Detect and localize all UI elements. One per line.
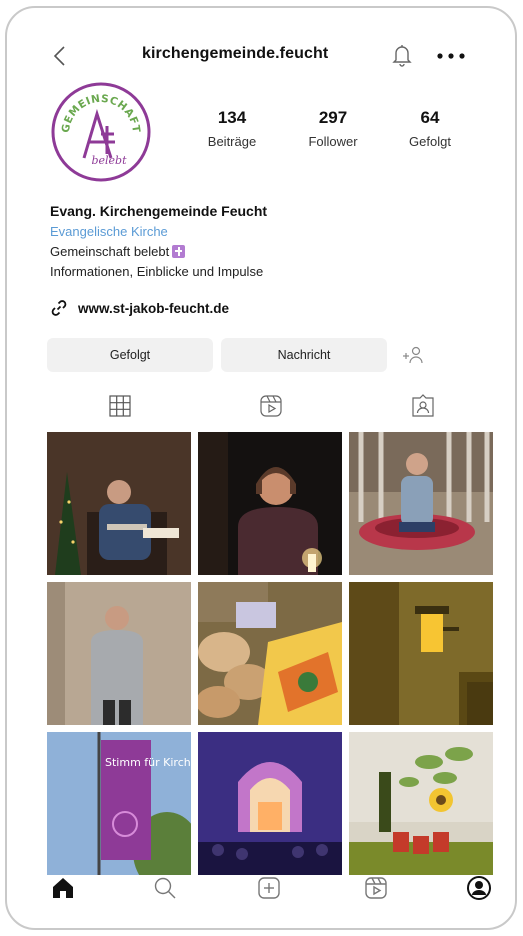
stat-posts-label: Beiträge <box>207 134 257 149</box>
stat-following[interactable]: 64 Gefolgt <box>390 108 470 149</box>
search-icon[interactable] <box>151 874 179 902</box>
profile-display-name: Evang. Kirchengemeinde Feucht <box>50 203 268 219</box>
bio-motto-text: Gemeinschaft belebt <box>50 244 170 259</box>
bottom-navigation <box>7 866 515 916</box>
grid-tab-icon[interactable] <box>107 393 133 419</box>
post-thumbnail[interactable] <box>47 582 191 725</box>
message-button[interactable]: Nachricht <box>221 338 387 372</box>
add-person-icon <box>403 346 423 364</box>
stat-posts[interactable]: 134 Beiträge <box>192 108 272 149</box>
stat-followers-label: Follower <box>308 134 358 149</box>
stat-following-count: 64 <box>420 108 440 127</box>
post-thumbnail[interactable] <box>198 732 342 875</box>
profile-tabs <box>7 389 515 425</box>
post-thumbnail[interactable] <box>349 432 493 575</box>
profile-icon[interactable] <box>465 874 493 902</box>
profile-bio: Evang. Kirchengemeinde Feucht Evangelisc… <box>50 203 490 279</box>
profile-website-link[interactable]: www.st-jakob-feucht.de <box>50 297 229 319</box>
post-thumbnail[interactable] <box>198 432 342 575</box>
profile-header: kirchengemeinde.feucht <box>7 38 515 74</box>
cross-emoji-icon <box>172 245 186 258</box>
tagged-tab-icon[interactable] <box>410 393 436 419</box>
bio-line-description: Informationen, Einblicke und Impulse <box>50 264 264 279</box>
stat-followers[interactable]: 297 Follower <box>293 108 373 149</box>
post-thumbnail[interactable]: Stimm für Kirche <box>47 732 191 875</box>
home-icon[interactable] <box>49 874 77 902</box>
following-button[interactable]: Gefolgt <box>47 338 213 372</box>
post-thumbnail[interactable] <box>349 582 493 725</box>
post-thumbnail[interactable] <box>47 432 191 575</box>
bio-line-motto: Gemeinschaft belebt <box>50 244 490 259</box>
create-post-icon[interactable] <box>255 874 283 902</box>
post-thumbnail[interactable] <box>198 582 342 725</box>
post-thumbnail[interactable] <box>349 732 493 875</box>
back-arrow-icon[interactable] <box>49 44 73 68</box>
more-options-icon[interactable] <box>431 42 471 68</box>
stat-following-label: Gefolgt <box>409 134 451 149</box>
profile-website-text: www.st-jakob-feucht.de <box>78 300 230 316</box>
profile-username: kirchengemeinde.feucht <box>142 45 329 62</box>
post-banner-text: Stimm für Kirche <box>105 756 191 769</box>
notification-bell-icon[interactable] <box>390 42 414 68</box>
stat-posts-count: 134 <box>217 108 247 127</box>
reels-tab-icon[interactable] <box>258 393 284 419</box>
profile-avatar[interactable]: GEMEINSCHAFT belebt <box>51 82 151 182</box>
reels-icon[interactable] <box>362 874 390 902</box>
phone-frame: kirchengemeinde.feucht GEMEINSCHAFT bele… <box>5 6 517 930</box>
link-chain-icon <box>51 300 67 316</box>
stat-followers-count: 297 <box>318 108 348 127</box>
suggest-people-button[interactable] <box>395 338 431 372</box>
profile-category[interactable]: Evangelische Kirche <box>50 224 490 239</box>
avatar-logo-subtext: belebt <box>91 154 127 167</box>
